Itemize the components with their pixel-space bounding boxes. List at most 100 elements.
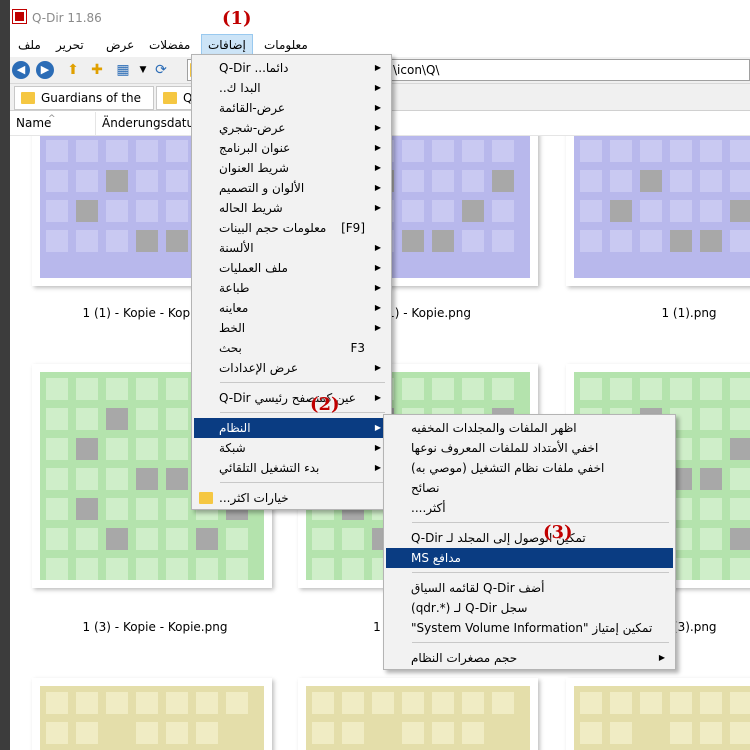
thumbnail-pixel <box>166 692 188 714</box>
thumbnail-pixel <box>462 170 484 192</box>
menu-item-colors-design[interactable]: الألوان و التصميم ▶ <box>194 178 389 198</box>
menu-extras[interactable]: إضافات <box>201 34 253 56</box>
thumbnail-pixel <box>730 528 750 550</box>
submenu-arrow-icon: ▶ <box>374 463 381 472</box>
thumbnail-pixel <box>640 230 662 252</box>
thumbnail-pixel <box>76 140 98 162</box>
menu-edit[interactable]: تحرير <box>50 34 90 56</box>
menu-item-system[interactable]: النظام ▶ <box>194 418 389 438</box>
menu-separator <box>220 482 385 483</box>
menu-item-preview[interactable]: معاينه ▶ <box>194 298 389 318</box>
menu-item-qdir-always[interactable]: دائما... Q-Dir ▶ <box>194 58 389 78</box>
file-thumbnail[interactable] <box>298 678 538 750</box>
menu-info[interactable]: معلومات <box>258 34 314 56</box>
menu-item-system-volume-info[interactable]: تمكين إمتياز "System Volume Information" <box>386 618 673 638</box>
menu-item-autostart[interactable]: بدء التشغيل التلقائي ▶ <box>194 458 389 478</box>
thumbnail-pixel <box>580 170 602 192</box>
back-icon[interactable]: ◀ <box>12 61 30 79</box>
thumbnail-pixel <box>730 722 750 744</box>
thumbnail-pixel <box>580 200 602 222</box>
thumbnail-pixel <box>640 140 662 162</box>
file-thumbnail[interactable] <box>566 678 750 750</box>
menu-item-tips[interactable]: نصائح <box>386 478 673 498</box>
menu-separator <box>220 382 385 383</box>
thumbnail-pixel <box>580 378 602 400</box>
menu-item-network[interactable]: شبكة ▶ <box>194 438 389 458</box>
menu-item-hide-os-files[interactable]: اخفي ملفات نظام التشغيل (موصي به) <box>386 458 673 478</box>
menu-item-ms-defender[interactable]: MS مدافع <box>386 548 673 568</box>
refresh-icon[interactable]: ⟳ <box>152 61 170 79</box>
submenu-arrow-icon: ▶ <box>374 63 381 72</box>
thumbnail-pixel <box>46 230 68 252</box>
window-title: Q-Dir 11.86 <box>32 11 102 25</box>
menu-item-start-as[interactable]: البدا ك.. ▶ <box>194 78 389 98</box>
file-name[interactable]: 1 (1).png <box>559 306 750 320</box>
forward-icon[interactable]: ▶ <box>36 61 54 79</box>
submenu-arrow-icon: ▶ <box>374 303 381 312</box>
thumbnail-pixel <box>226 722 248 744</box>
thumbnail-pixel <box>640 200 662 222</box>
submenu-arrow-icon: ▶ <box>374 103 381 112</box>
thumbnail-pixel <box>492 378 514 400</box>
thumbnail-pixel <box>166 170 188 192</box>
thumbnail-pixel <box>432 230 454 252</box>
column-name[interactable]: ^ Name <box>10 112 96 136</box>
menu-item-folder-access[interactable]: Q-Dir تمكين الوصول إلى المجلد لـ <box>386 528 673 548</box>
file-name[interactable]: 1 (3) - Kopie - Kopie.png <box>25 620 285 634</box>
menu-favorites[interactable]: مفضلات <box>143 34 196 56</box>
menu-item-default-browser[interactable]: Q-Dir عين كمتصفح رئيسي ▶ <box>194 388 389 408</box>
thumbnail-pixel <box>106 558 128 580</box>
menu-item-program-title[interactable]: عنوان البرنامج ▶ <box>194 138 389 158</box>
tab-guardians[interactable]: Guardians of the <box>14 86 154 110</box>
thumbnail-pixel <box>670 140 692 162</box>
up-folder-icon[interactable]: ⬆ <box>64 61 82 79</box>
menu-item-show-hidden[interactable]: اظهر الملفات والمجلدات المخفيه <box>386 418 673 438</box>
thumbnail-pixel <box>580 722 602 744</box>
menu-item-hide-extensions[interactable]: اخفي الأمتداد للملفات المعروف نوعها <box>386 438 673 458</box>
thumbnail-pixel <box>106 170 128 192</box>
thumbnail-pixel <box>196 558 218 580</box>
folder-icon <box>163 92 177 104</box>
thumbnail-pixel <box>492 140 514 162</box>
thumbnail-pixel <box>106 140 128 162</box>
file-thumbnail[interactable] <box>566 136 750 286</box>
thumbnail-pixel <box>46 170 68 192</box>
file-thumbnail[interactable] <box>32 678 272 750</box>
menu-separator <box>412 522 669 523</box>
menu-item-status-bar[interactable]: شريط الحاله ▶ <box>194 198 389 218</box>
menu-item-add-context-menu[interactable]: أضف Q-Dir لقائمه السياق <box>386 578 673 598</box>
tab-label: Guardians of the <box>41 91 142 105</box>
thumbnail-pixel <box>730 200 750 222</box>
menu-item-font[interactable]: الخط ▶ <box>194 318 389 338</box>
column-date[interactable]: Änderungsdatum <box>96 112 206 136</box>
menu-item-file-operations[interactable]: ملف العمليات ▶ <box>194 258 389 278</box>
menu-item-tree-view[interactable]: عرض-شجري ▶ <box>194 118 389 138</box>
menu-item-register-qdr[interactable]: سجل Q-Dir لـ (*.qdr) <box>386 598 673 618</box>
menu-item-data-size-info[interactable]: معلومات حجم البينات [F9] <box>194 218 389 238</box>
view-grid-icon[interactable]: ▦ <box>114 61 132 79</box>
menu-item-tabs[interactable]: الألسنة ▶ <box>194 238 389 258</box>
menu-item-search[interactable]: بحث F3 <box>194 338 389 358</box>
menu-item-view-settings[interactable]: عرض الإعدادات ▶ <box>194 358 389 378</box>
menu-file[interactable]: ملف <box>12 34 47 56</box>
thumbnail-pixel <box>402 378 424 400</box>
menu-item-thumbnail-size[interactable]: حجم مصغرات النظام ▶ <box>386 648 673 668</box>
thumbnail-pixel <box>106 378 128 400</box>
menu-item-more-options[interactable]: خيارات اكثر... <box>194 488 389 508</box>
thumbnail-pixel <box>166 468 188 490</box>
menu-item-list-view[interactable]: عرض-القائمة ▶ <box>194 98 389 118</box>
chevron-down-icon[interactable]: ▼ <box>134 61 152 79</box>
menu-bar: ملف تحرير عرض مفضلات إضافات معلومات <box>10 34 750 56</box>
thumbnail-pixel <box>106 468 128 490</box>
menu-view[interactable]: عرض <box>100 34 140 56</box>
new-folder-icon[interactable]: ✚ <box>88 61 106 79</box>
thumbnail-pixel <box>580 230 602 252</box>
menu-item-more[interactable]: أكثر.... <box>386 498 673 518</box>
menu-item-address-bar[interactable]: شريط العنوان ▶ <box>194 158 389 178</box>
menu-item-print[interactable]: طباعة ▶ <box>194 278 389 298</box>
thumbnail-pixel <box>670 378 692 400</box>
submenu-arrow-icon: ▶ <box>374 203 381 212</box>
thumbnail-pixel <box>166 230 188 252</box>
thumbnail-pixel <box>492 230 514 252</box>
submenu-arrow-icon: ▶ <box>374 323 381 332</box>
